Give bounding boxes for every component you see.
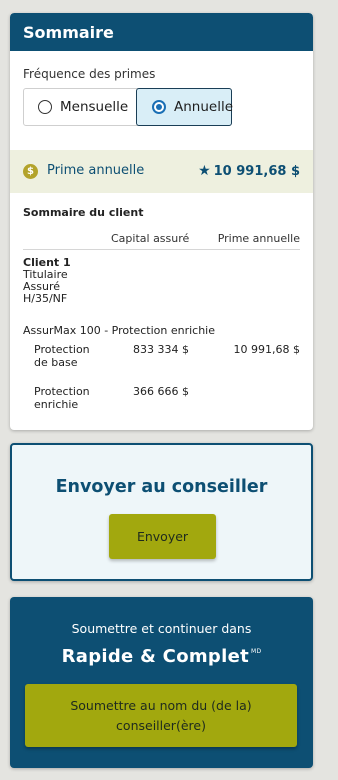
column-header-premium: Prime annuelle xyxy=(217,232,300,245)
submit-brand: Rapide & Complet MD xyxy=(10,646,313,667)
send-to-advisor-card: Envoyer au conseiller Envoyer xyxy=(10,443,313,581)
send-button[interactable]: Envoyer xyxy=(109,514,216,559)
coverage-capital: 366 666 $ xyxy=(133,385,189,398)
submit-intro: Soumettre et continuer dans xyxy=(71,621,252,636)
coverage-capital: 833 334 $ xyxy=(133,343,189,356)
coverage-name: Protection enrichie xyxy=(34,385,90,411)
annual-premium-label: Prime annuelle xyxy=(47,163,145,178)
brand-mark: MD xyxy=(250,648,262,655)
table-divider xyxy=(23,249,300,250)
star-icon: ★ xyxy=(198,163,211,179)
radio-unchecked-icon[interactable] xyxy=(38,100,52,114)
frequency-option-monthly-label: Mensuelle xyxy=(60,99,129,115)
client-profile: H/35/NF xyxy=(23,292,68,305)
summary-title: Sommaire xyxy=(23,22,114,42)
send-title: Envoyer au conseiller xyxy=(55,477,268,497)
summary-header: Sommaire xyxy=(10,13,313,51)
coverage-name: Protection de base xyxy=(34,343,90,369)
brand-name: Rapide & Complet xyxy=(61,646,249,667)
client-info: Client 1 Titulaire Assuré H/35/NF xyxy=(23,257,71,305)
frequency-label: Fréquence des primes xyxy=(23,67,156,81)
radio-checked-icon[interactable] xyxy=(152,100,166,114)
coverage-row: Protection enrichie 366 666 $ xyxy=(34,385,300,414)
frequency-option-annual[interactable]: Annuelle xyxy=(136,88,234,126)
annual-premium-bar: $ Prime annuelle ★ 10 991,68 $ xyxy=(10,150,313,193)
frequency-toggle: Mensuelle Annuelle xyxy=(23,88,234,126)
product-name: AssurMax 100 - Protection enrichie xyxy=(23,324,215,337)
frequency-option-monthly[interactable]: Mensuelle xyxy=(24,89,129,125)
dollar-icon: $ xyxy=(23,164,38,179)
annual-premium-value: ★ 10 991,68 $ xyxy=(198,163,300,179)
coverage-premium: 10 991,68 $ xyxy=(233,343,300,356)
client-summary-title: Sommaire du client xyxy=(23,206,144,219)
annual-premium-amount: 10 991,68 $ xyxy=(213,163,300,179)
summary-card: Sommaire Fréquence des primes Mensuelle … xyxy=(10,13,313,430)
submit-on-behalf-button[interactable]: Soumettre au nom du (de la) conseiller(è… xyxy=(25,684,297,747)
submit-card: Soumettre et continuer dans Rapide & Com… xyxy=(10,597,313,768)
frequency-option-annual-label: Annuelle xyxy=(174,99,234,115)
column-header-capital: Capital assuré xyxy=(111,232,190,245)
coverage-row: Protection de base 833 334 $ 10 991,68 $ xyxy=(34,343,300,384)
